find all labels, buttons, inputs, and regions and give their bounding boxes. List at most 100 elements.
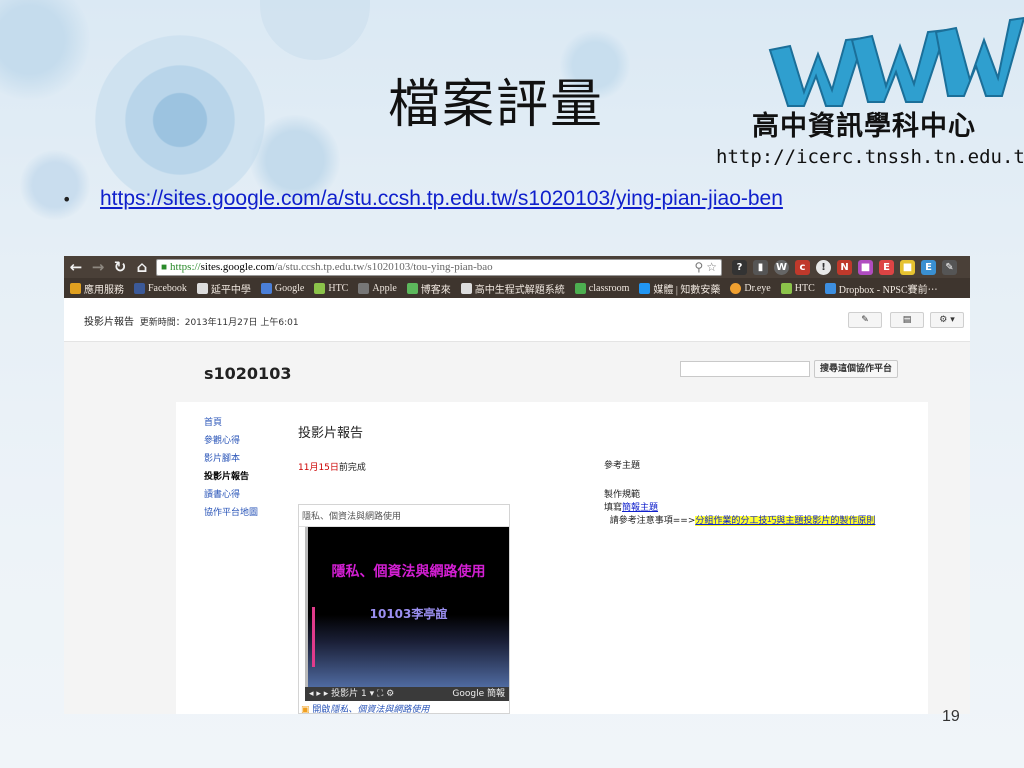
bookmark-item[interactable]: HTC <box>314 282 348 294</box>
site-sidebar-nav: 首頁 參觀心得 影片腳本 投影片報告 讀書心得 協作平台地圖 <box>204 414 258 522</box>
extension-icon[interactable]: ■ <box>900 259 915 275</box>
center-url: http://icerc.tnssh.tn.edu.tw <box>716 146 1024 168</box>
home-icon[interactable]: ⌂ <box>134 258 150 276</box>
bookmark-item[interactable]: Apple <box>358 282 397 294</box>
extension-icon[interactable]: E <box>921 259 936 275</box>
browser-toolbar: ← → ↻ ⌂ ■ https://sites.google.com/a/stu… <box>64 256 970 278</box>
classroom-icon <box>574 282 586 294</box>
www-logo <box>768 16 1024 107</box>
extension-icon[interactable]: N <box>837 259 852 275</box>
open-in-slides-link[interactable]: ▣ 開啟隱私、個資法與網路使用 <box>301 702 429 714</box>
sidebar-item-home[interactable]: 首頁 <box>204 414 258 432</box>
page-number: 19 <box>942 708 960 725</box>
bookmark-item[interactable]: classroom <box>574 282 629 294</box>
dropbox-icon <box>824 282 836 294</box>
slide-preview-subtitle: 10103李亭誼 <box>369 607 448 621</box>
extension-icon[interactable]: ▮ <box>753 259 768 275</box>
extension-icon[interactable]: ? <box>732 259 747 275</box>
site-search-input[interactable] <box>680 361 810 377</box>
zoom-star-icons[interactable]: ⚲ ☆ <box>694 260 717 275</box>
bookmark-item[interactable]: 延平中學 <box>196 281 251 296</box>
player-brand: Google 簡報 <box>452 689 505 699</box>
extension-icons: ? ▮ W c ! N ■ E ■ E ✎ <box>732 259 957 275</box>
topic-link[interactable]: 簡報主題 <box>622 503 658 513</box>
decor-bubble <box>20 150 90 220</box>
bookmark-item[interactable]: Dropbox - NPSC賽前⋯ <box>824 281 938 296</box>
ref-note-line: 請參考注意事項==>分組作業的分工技巧與主題投影片的製作原則 <box>609 516 876 526</box>
open-link-prefix: 開啟 <box>312 705 331 714</box>
bookmark-item[interactable]: Facebook <box>134 282 187 294</box>
due-suffix: 前完成 <box>338 463 366 473</box>
embedded-screenshot: ← → ↻ ⌂ ■ https://sites.google.com/a/stu… <box>64 256 970 714</box>
ref-topic: 參考主題 <box>604 461 641 471</box>
page-label: 投影片報告 <box>84 317 134 328</box>
slides-player-controls[interactable]: ◂ ▸ ▸ 投影片 1 ▾ ⛶ ⚙ Google 簡報 <box>305 687 509 701</box>
bookmark-item[interactable]: 應用服務 <box>70 281 124 296</box>
extension-icon[interactable]: W <box>774 259 789 275</box>
more-actions-button[interactable]: ⚙ ▾ <box>930 312 964 328</box>
extension-icon[interactable]: E <box>879 259 894 275</box>
bookmark-item[interactable]: Dr.eye <box>730 282 771 294</box>
player-nav[interactable]: ◂ ▸ ▸ 投影片 1 ▾ ⛶ ⚙ <box>309 687 394 701</box>
media-icon <box>639 282 651 294</box>
ref-rules: 製作規範 <box>604 490 641 500</box>
slide-title: 檔案評量 <box>388 75 605 135</box>
bullet-link[interactable]: https://sites.google.com/a/stu.ccsh.tp.e… <box>100 187 783 211</box>
open-link-doc: 隱私、個資法與網路使用 <box>330 705 430 714</box>
slide-preview-title: 隱私、個資法與網路使用 <box>331 564 486 580</box>
edit-page-button[interactable]: ✎ <box>848 312 882 328</box>
bookmark-item[interactable]: 媒體 | 知數安藥 <box>639 281 720 296</box>
site-search-button[interactable]: 搜尋這個協作平台 <box>814 360 899 378</box>
dreye-icon <box>730 282 742 294</box>
player-slide-label: 投影片 1 <box>331 689 367 699</box>
facebook-icon <box>134 282 145 294</box>
sidebar-item-sitemap[interactable]: 協作平台地圖 <box>204 504 258 522</box>
page-heading: 投影片報告 <box>298 426 364 441</box>
bookmark-item[interactable]: HTC <box>780 282 815 294</box>
extension-icon[interactable]: ✎ <box>942 259 957 275</box>
lock-icon: ■ <box>161 261 168 273</box>
extension-icon[interactable]: ■ <box>858 259 873 275</box>
decor-bubble <box>0 0 90 100</box>
sidebar-item-reading[interactable]: 讀書心得 <box>204 486 258 504</box>
url-scheme: https:// <box>170 261 201 273</box>
url-path: /a/stu.ccsh.tp.edu.tw/s1020103/tou-ying-… <box>274 261 493 273</box>
ref-fill-line: 填寫簡報主題 <box>604 503 659 513</box>
bookmarks-bar: 應用服務 Facebook 延平中學 Google HTC Apple 博客來 … <box>64 278 970 298</box>
sidebar-item-slides[interactable]: 投影片報告 <box>204 468 258 486</box>
bullet-dot: • <box>62 190 72 209</box>
due-note: 11月15日前完成 <box>298 460 366 473</box>
sidebar-item-visit[interactable]: 參觀心得 <box>204 432 258 450</box>
site-edit-bar: 投影片報告 更新時間：2013年11月27日 上午6:01 ✎ ▤ ⚙ ▾ <box>64 298 970 342</box>
decor-bubble <box>260 0 370 60</box>
site-name[interactable]: s1020103 <box>204 364 291 383</box>
extension-icon[interactable]: ! <box>816 259 831 275</box>
apps-icon <box>70 282 81 294</box>
embed-title: 隱私、個資法與網路使用 <box>299 505 509 527</box>
bookmark-item[interactable]: Google <box>260 282 304 294</box>
due-date: 11月15日 <box>298 463 339 473</box>
bookstore-icon <box>406 282 418 294</box>
bookmark-item[interactable]: 高中生程式解題系統 <box>460 281 565 296</box>
forward-icon[interactable]: → <box>90 258 106 276</box>
slide-preview[interactable]: 隱私、個資法與網路使用 10103李亭誼 <box>305 527 509 687</box>
page-icon <box>196 282 208 294</box>
htc-icon <box>314 282 326 294</box>
new-page-button[interactable]: ▤ <box>890 312 924 328</box>
back-icon[interactable]: ← <box>68 258 84 276</box>
bookmark-item[interactable]: 博客來 <box>406 281 451 296</box>
extension-icon[interactable]: c <box>795 259 810 275</box>
page-icon <box>460 282 472 294</box>
slides-embed: 隱私、個資法與網路使用 隱私、個資法與網路使用 10103李亭誼 ◂ ▸ ▸ 投… <box>298 504 510 714</box>
center-name: 高中資訊學科中心 <box>752 111 976 142</box>
sidebar-item-script[interactable]: 影片腳本 <box>204 450 258 468</box>
google-icon <box>260 282 272 294</box>
apple-icon <box>358 282 370 294</box>
reference-notes: 參考主題 製作規範 填寫簡報主題 請參考注意事項==>分組作業的分工技巧與主題投… <box>604 460 876 528</box>
reload-icon[interactable]: ↻ <box>112 258 128 276</box>
htc-icon <box>780 282 792 294</box>
address-bar[interactable]: ■ https://sites.google.com/a/stu.ccsh.tp… <box>156 258 722 276</box>
content-panel: 首頁 參觀心得 影片腳本 投影片報告 讀書心得 協作平台地圖 投影片報告 11月… <box>176 402 928 714</box>
guideline-link[interactable]: 分組作業的分工技巧與主題投影片的製作原則 <box>695 516 876 526</box>
